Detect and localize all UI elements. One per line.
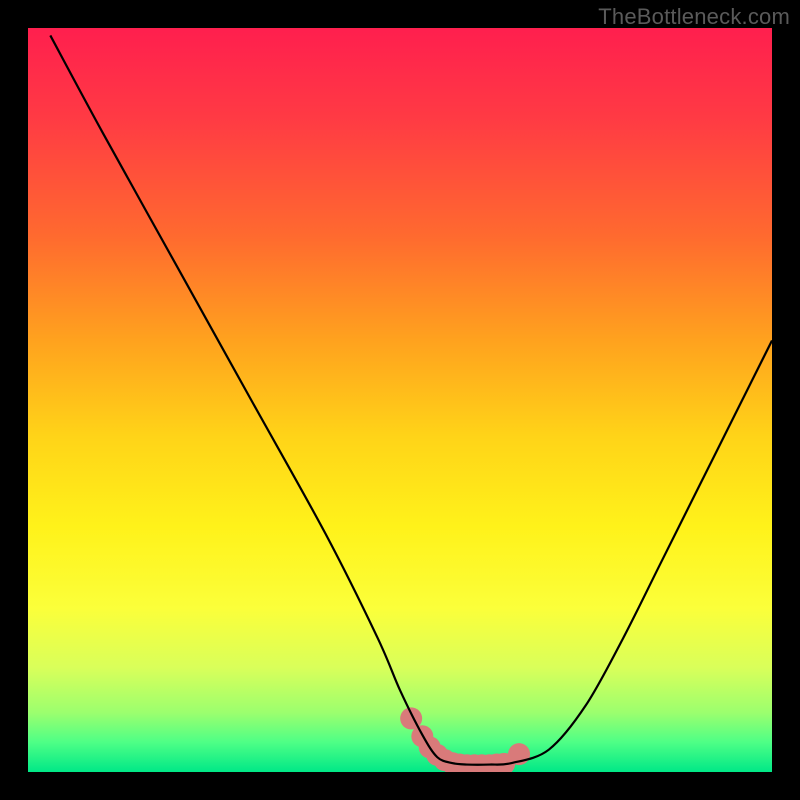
- watermark-text: TheBottleneck.com: [598, 4, 790, 30]
- plot-area: [28, 28, 772, 772]
- curve-line: [50, 35, 772, 764]
- chart-stage: TheBottleneck.com: [0, 0, 800, 800]
- chart-overlay: [28, 28, 772, 772]
